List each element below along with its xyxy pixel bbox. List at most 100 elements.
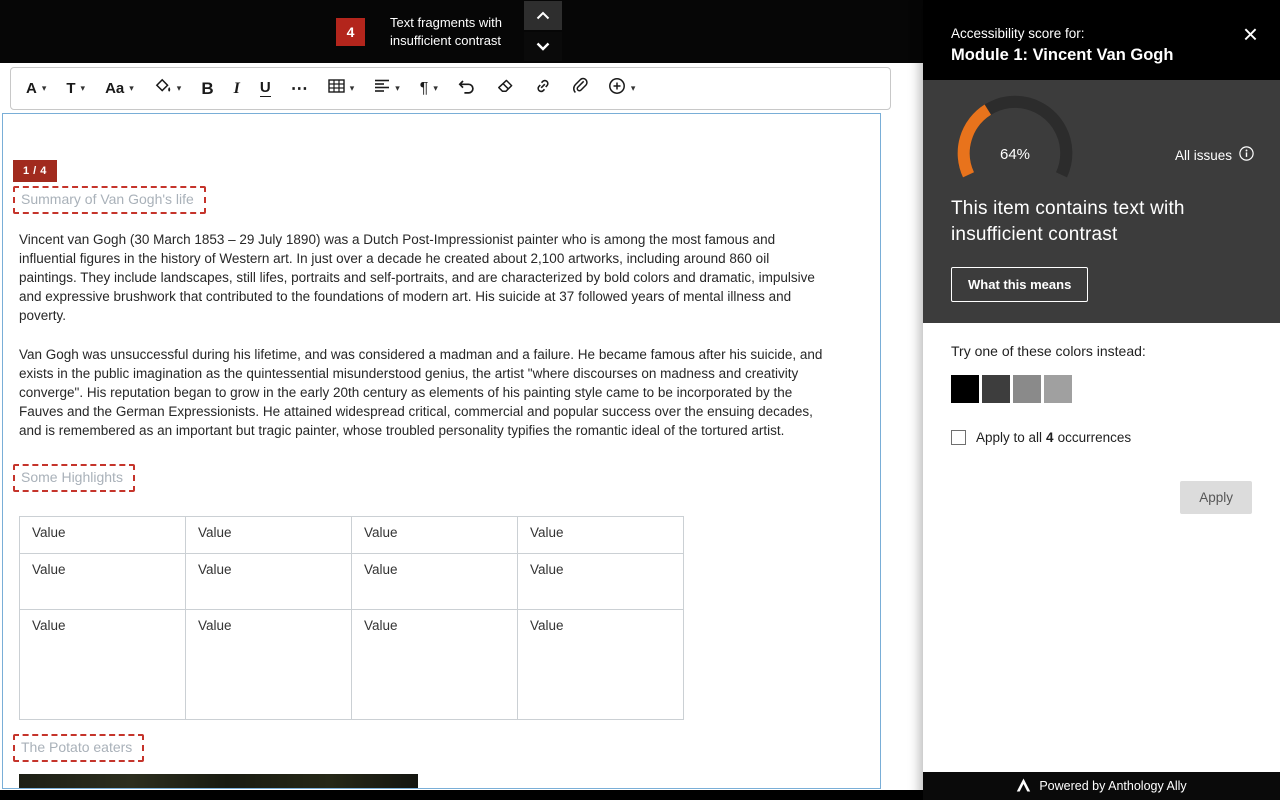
score-percent: 64% xyxy=(945,146,1085,163)
table-cell[interactable]: Value xyxy=(352,554,518,610)
alignment-button[interactable]: ▾ xyxy=(365,72,409,106)
close-button[interactable]: × xyxy=(1243,22,1258,46)
eraser-icon xyxy=(496,78,514,99)
panel-header: Accessibility score for: Module 1: Vince… xyxy=(923,0,1280,80)
apply-button[interactable]: Apply xyxy=(1180,481,1252,514)
close-icon: × xyxy=(1243,19,1258,49)
occurrence-count: 4 xyxy=(1046,430,1054,445)
attachment-button[interactable] xyxy=(563,72,597,106)
accessibility-panel: Accessibility score for: Module 1: Vince… xyxy=(923,0,1280,800)
flag-position-badge: 1 / 4 xyxy=(13,160,57,182)
underline-button[interactable]: U xyxy=(251,72,280,106)
table-cell[interactable]: Value xyxy=(20,610,186,720)
color-swatch[interactable] xyxy=(1044,375,1072,403)
chevron-down-icon: ▾ xyxy=(350,84,355,93)
align-left-icon xyxy=(374,78,390,99)
font-size-button[interactable]: Aa ▾ xyxy=(96,72,143,106)
color-swatch[interactable] xyxy=(951,375,979,403)
undo-icon xyxy=(458,78,476,100)
table-cell[interactable]: Value xyxy=(518,610,684,720)
apply-all-label: Apply to all4occurrences xyxy=(976,430,1131,445)
paperclip-icon xyxy=(572,77,588,100)
previous-issue-button[interactable] xyxy=(524,1,562,30)
paint-bucket-icon xyxy=(154,78,172,99)
text-style-button[interactable]: T ▾ xyxy=(57,72,94,106)
font-color-button[interactable]: A ▾ xyxy=(17,72,55,106)
module-title: Module 1: Vincent Van Gogh xyxy=(951,46,1280,65)
panel-footer: Powered by Anthology Ally xyxy=(923,772,1280,800)
color-suggestion-prompt: Try one of these colors instead: xyxy=(951,343,1252,359)
italic-icon: I xyxy=(234,81,240,97)
what-this-means-button[interactable]: What this means xyxy=(951,267,1088,302)
table-cell[interactable]: Value xyxy=(20,554,186,610)
color-swatches xyxy=(951,375,1252,403)
table-cell[interactable]: Value xyxy=(518,517,684,554)
powered-by-label: Powered by Anthology Ally xyxy=(1039,779,1186,793)
page: 4 Text fragments with insufficient contr… xyxy=(0,0,1280,800)
chevron-down-icon xyxy=(536,38,550,56)
next-issue-button[interactable] xyxy=(524,32,562,61)
score-section: 64% All issues This item contains text w… xyxy=(923,80,1280,323)
chevron-down-icon: ▾ xyxy=(42,84,47,93)
score-eyebrow: Accessibility score for: xyxy=(951,26,1280,41)
issue-navigation xyxy=(524,1,562,61)
issue-message: This item contains text with insufficien… xyxy=(951,196,1243,248)
info-icon xyxy=(1239,146,1254,164)
table-cell[interactable]: Value xyxy=(186,610,352,720)
chevron-down-icon: ▾ xyxy=(81,84,86,93)
italic-button[interactable]: I xyxy=(225,72,249,106)
editor-content-area[interactable]: 1 / 4 Summary of Van Gogh's life Vincent… xyxy=(2,113,881,789)
insert-content-button[interactable]: ▾ xyxy=(599,72,645,106)
apply-all-checkbox[interactable] xyxy=(951,430,966,445)
bold-button[interactable]: B xyxy=(192,72,222,106)
text-style-icon: T xyxy=(66,81,75,96)
link-icon xyxy=(534,77,552,100)
plus-circle-icon xyxy=(608,77,626,100)
table-row: Value Value Value Value xyxy=(20,517,684,554)
paragraph-van-gogh-legacy[interactable]: Van Gogh was unsuccessful during his lif… xyxy=(19,345,827,440)
paragraph-van-gogh-bio[interactable]: Vincent van Gogh (30 March 1853 – 29 Jul… xyxy=(19,230,827,325)
paragraph-icon: ¶ xyxy=(420,81,429,97)
table-cell[interactable]: Value xyxy=(20,517,186,554)
all-issues-link[interactable]: All issues xyxy=(1175,146,1254,164)
chevron-down-icon: ▾ xyxy=(631,84,636,93)
ellipsis-icon: ⋯ xyxy=(291,80,308,97)
table-icon xyxy=(328,78,345,99)
issue-count-badge: 4 xyxy=(336,18,365,46)
color-swatch[interactable] xyxy=(982,375,1010,403)
highlight-color-button[interactable]: ▾ xyxy=(145,72,191,106)
flagged-heading-highlights[interactable]: Some Highlights xyxy=(13,464,135,492)
table-cell[interactable]: Value xyxy=(186,517,352,554)
table-cell[interactable]: Value xyxy=(186,554,352,610)
potato-eaters-image[interactable] xyxy=(19,774,418,789)
font-size-icon: Aa xyxy=(105,81,124,96)
link-button[interactable] xyxy=(525,72,561,106)
content-table: Value Value Value Value Value Value Valu… xyxy=(19,516,684,720)
table-button[interactable]: ▾ xyxy=(319,72,364,106)
clear-formatting-button[interactable] xyxy=(487,72,523,106)
table-cell[interactable]: Value xyxy=(518,554,684,610)
chevron-down-icon: ▾ xyxy=(177,84,182,93)
more-options-button[interactable]: ⋯ xyxy=(282,72,317,106)
all-issues-label: All issues xyxy=(1175,148,1232,163)
flagged-heading-potato-eaters[interactable]: The Potato eaters xyxy=(13,734,144,762)
chevron-down-icon: ▾ xyxy=(395,84,400,93)
table-cell[interactable]: Value xyxy=(352,517,518,554)
content-editor: A ▾ T ▾ Aa ▾ ▾ B I xyxy=(0,63,923,790)
chevron-up-icon xyxy=(536,7,550,25)
table-row: Value Value Value Value xyxy=(20,610,684,720)
color-swatch[interactable] xyxy=(1013,375,1041,403)
issue-label: Text fragments with insufficient contras… xyxy=(390,14,520,50)
anthology-logo-icon xyxy=(1016,778,1031,795)
score-gauge xyxy=(945,86,1085,183)
underline-icon: U xyxy=(260,80,271,97)
undo-button[interactable] xyxy=(449,72,485,106)
suggestion-section: Try one of these colors instead: Apply t… xyxy=(923,323,1280,772)
table-row: Value Value Value Value xyxy=(20,554,684,610)
table-cell[interactable]: Value xyxy=(352,610,518,720)
editor-toolbar: A ▾ T ▾ Aa ▾ ▾ B I xyxy=(10,67,891,110)
font-color-icon: A xyxy=(26,81,37,96)
flagged-heading-summary[interactable]: Summary of Van Gogh's life xyxy=(13,186,206,214)
chevron-down-icon: ▾ xyxy=(129,84,134,93)
paragraph-button[interactable]: ¶ ▾ xyxy=(411,72,447,106)
